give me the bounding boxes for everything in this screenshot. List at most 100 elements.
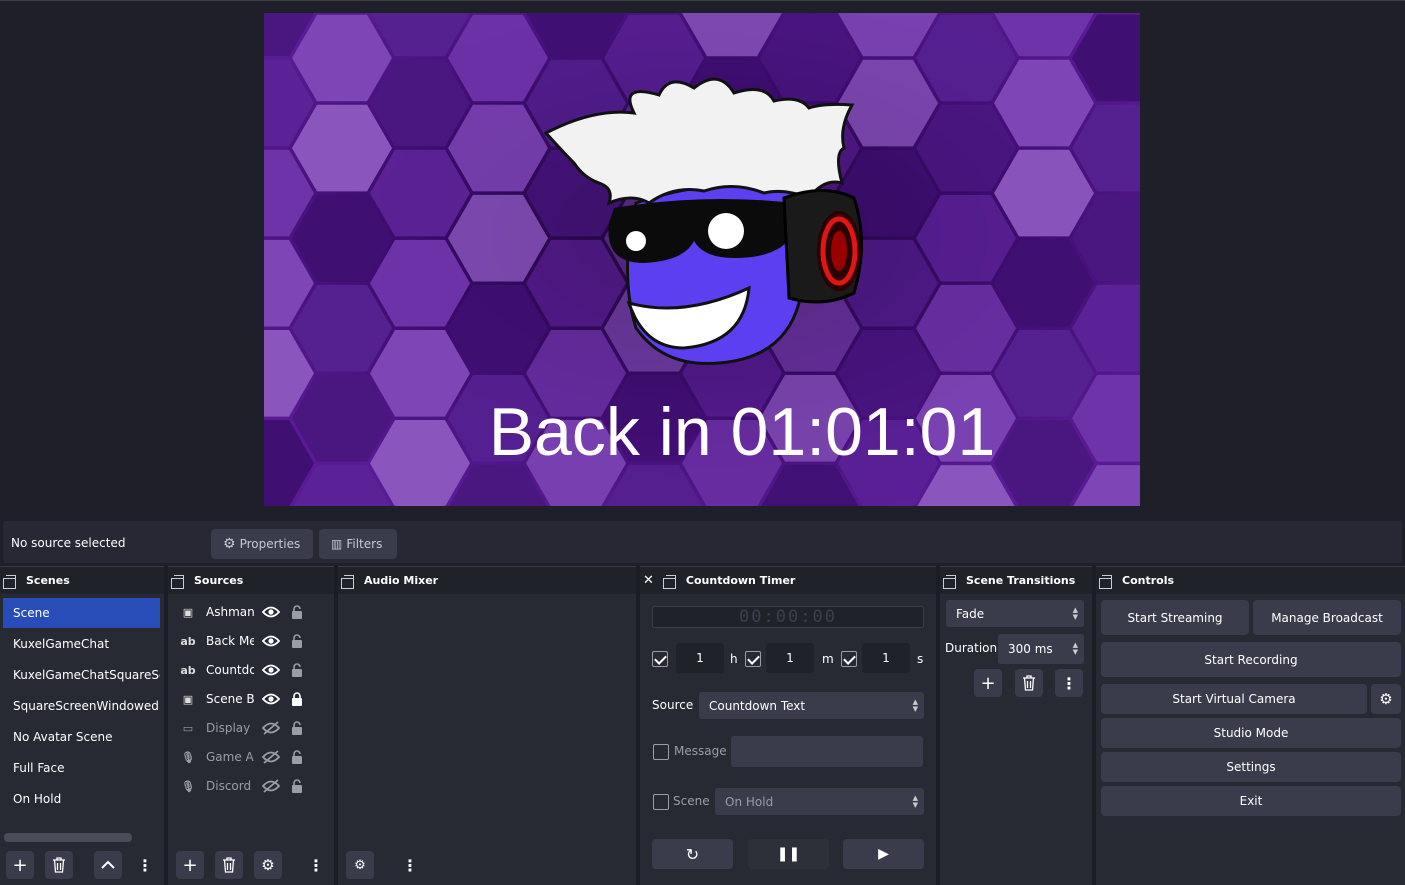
- unlock-icon[interactable]: [290, 721, 304, 735]
- preview-area: Back in 01:01:01: [0, 0, 1405, 518]
- scene-item[interactable]: KuxelGameChat: [3, 629, 160, 659]
- move-scene-up-button[interactable]: [94, 851, 122, 879]
- eye-hidden-icon[interactable]: [262, 779, 280, 793]
- filters-button[interactable]: ▥ Filters: [319, 529, 397, 559]
- undock-icon[interactable]: [2, 574, 16, 589]
- source-row[interactable]: 🎙 Game Au: [172, 743, 332, 771]
- countdown-title: Countdown Timer: [685, 574, 796, 587]
- settings-button[interactable]: Settings: [1101, 752, 1401, 782]
- gears-icon: ⚙: [354, 857, 366, 873]
- source-row[interactable]: 🎙 Discord: [172, 772, 332, 800]
- scene-select[interactable]: On Hold ▲ ▼: [715, 788, 924, 815]
- lock-icon[interactable]: [290, 692, 304, 706]
- source-select[interactable]: Countdown Text ▲ ▼: [699, 692, 924, 719]
- scene-item[interactable]: Full Face: [3, 753, 160, 783]
- minutes-input[interactable]: 1: [766, 643, 814, 673]
- undock-icon[interactable]: [1098, 574, 1112, 589]
- unlock-icon[interactable]: [290, 750, 304, 764]
- add-transition-button[interactable]: +: [974, 669, 1002, 697]
- source-name: Game Au: [206, 750, 254, 764]
- start-virtual-camera-button[interactable]: Start Virtual Camera: [1101, 684, 1367, 714]
- eye-icon[interactable]: [262, 693, 280, 705]
- message-input[interactable]: [731, 736, 923, 767]
- message-checkbox[interactable]: [653, 744, 669, 760]
- unlock-icon[interactable]: [290, 779, 304, 793]
- properties-button[interactable]: ⚙ Properties: [211, 529, 313, 559]
- exit-button[interactable]: Exit: [1101, 786, 1401, 816]
- gear-icon: ⚙: [261, 856, 275, 874]
- message-label: Message: [674, 744, 727, 758]
- updown-arrows-icon: ▲ ▼: [912, 697, 918, 713]
- sources-title: Sources: [194, 574, 244, 587]
- scene-item[interactable]: SquareScreenWindowed: [3, 691, 160, 721]
- eye-hidden-icon[interactable]: [262, 750, 280, 764]
- studio-mode-button[interactable]: Studio Mode: [1101, 718, 1401, 748]
- countdown-timer-dock: ✕ Countdown Timer 00:00:00 1 h 1 m 1 s S…: [640, 566, 936, 885]
- eye-hidden-icon[interactable]: [262, 721, 280, 735]
- transition-select[interactable]: Fade ▲ ▼: [946, 600, 1084, 627]
- source-row[interactable]: ▭ Display (: [172, 714, 332, 742]
- source-row[interactable]: ▣ Scene B:: [172, 685, 332, 713]
- undock-icon[interactable]: [942, 574, 956, 589]
- add-scene-button[interactable]: +: [6, 851, 34, 879]
- hours-checkbox[interactable]: [652, 651, 668, 667]
- manage-broadcast-button[interactable]: Manage Broadcast: [1253, 600, 1401, 635]
- image-icon: ▣: [182, 692, 194, 706]
- remove-scene-button[interactable]: [45, 851, 73, 879]
- controls-title-bar: Controls: [1096, 566, 1405, 594]
- source-row[interactable]: ab Countdc: [172, 656, 332, 684]
- scene-item[interactable]: No Avatar Scene: [3, 722, 160, 752]
- plus-icon: +: [980, 672, 996, 694]
- remove-source-button[interactable]: [215, 851, 243, 879]
- mic-icon: 🎙: [181, 779, 195, 793]
- virtual-camera-settings-button[interactable]: ⚙: [1371, 684, 1401, 714]
- more-options-icon[interactable]: ⋮: [308, 851, 324, 879]
- play-icon: ▶: [878, 846, 889, 862]
- scenes-title: Scenes: [26, 574, 70, 587]
- program-preview-canvas[interactable]: Back in 01:01:01: [264, 13, 1140, 506]
- start-streaming-button[interactable]: Start Streaming: [1101, 600, 1249, 635]
- eye-icon[interactable]: [262, 606, 280, 618]
- scene-label: Scene: [673, 794, 710, 808]
- scene-item[interactable]: KuxelGameChatSquareScr: [3, 660, 160, 690]
- minutes-checkbox[interactable]: [745, 651, 761, 667]
- source-row[interactable]: ab Back Me: [172, 627, 332, 655]
- remove-transition-button[interactable]: [1015, 669, 1043, 697]
- image-icon: ▣: [182, 605, 194, 619]
- pause-button[interactable]: ❚❚: [748, 839, 829, 869]
- horizontal-scrollbar[interactable]: [4, 833, 132, 842]
- eye-icon[interactable]: [262, 664, 280, 676]
- close-icon[interactable]: ✕: [643, 573, 654, 588]
- seconds-input[interactable]: 1: [862, 643, 910, 673]
- transition-properties-button[interactable]: ⋮: [1055, 669, 1083, 697]
- eye-icon[interactable]: [262, 635, 280, 647]
- advanced-audio-button[interactable]: ⚙: [346, 851, 374, 879]
- controls-title: Controls: [1122, 574, 1175, 587]
- undock-icon[interactable]: [170, 574, 184, 589]
- source-properties-button[interactable]: ⚙: [254, 851, 282, 879]
- source-row[interactable]: ▣ Ashman: [172, 598, 332, 626]
- scene-checkbox[interactable]: [653, 794, 669, 810]
- trash-icon: [223, 857, 235, 873]
- text-icon: ab: [180, 634, 196, 648]
- unlock-icon[interactable]: [290, 663, 304, 677]
- scene-item[interactable]: On Hold: [3, 784, 160, 814]
- unlock-icon[interactable]: [290, 605, 304, 619]
- more-options-icon[interactable]: ⋮: [137, 851, 153, 879]
- countdown-display: 00:00:00: [739, 607, 837, 627]
- properties-label: Properties: [239, 537, 301, 551]
- undock-icon[interactable]: [340, 574, 354, 589]
- more-options-icon[interactable]: ⋮: [402, 851, 418, 879]
- reset-button[interactable]: ↻: [652, 839, 733, 869]
- seconds-checkbox[interactable]: [841, 651, 857, 667]
- play-button[interactable]: ▶: [843, 839, 924, 869]
- transition-select-value: Fade: [956, 606, 985, 621]
- undock-icon[interactable]: [662, 574, 676, 589]
- unlock-icon[interactable]: [290, 634, 304, 648]
- start-recording-button[interactable]: Start Recording: [1101, 642, 1401, 677]
- add-source-button[interactable]: +: [176, 851, 204, 879]
- hours-input[interactable]: 1: [676, 643, 724, 673]
- seconds-label: s: [917, 652, 924, 666]
- scene-item[interactable]: Scene: [3, 598, 160, 628]
- duration-input[interactable]: 300 ms ▲ ▼: [998, 634, 1084, 664]
